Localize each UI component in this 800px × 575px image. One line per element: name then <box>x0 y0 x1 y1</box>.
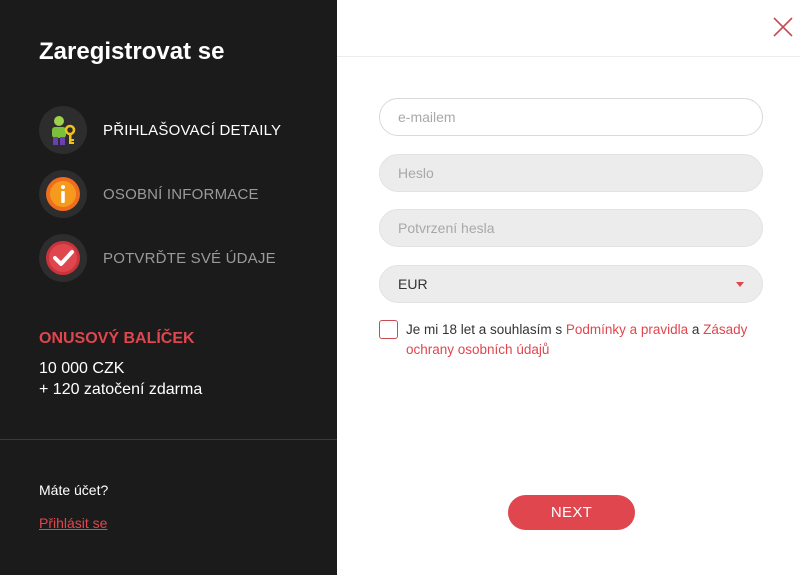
confirm-password-input[interactable] <box>379 209 763 247</box>
terms-link[interactable]: Podmínky a pravidla <box>566 322 688 337</box>
caret-down-icon <box>736 281 744 287</box>
password-input[interactable] <box>379 154 763 192</box>
divider <box>0 439 337 440</box>
step-login-details: PŘIHLAŠOVACÍ DETAILY <box>39 106 329 154</box>
consent-text: Je mi 18 let a souhlasím s Podmínky a pr… <box>406 320 766 360</box>
top-bar <box>337 0 800 57</box>
checkmark-icon <box>39 234 87 282</box>
bonus-title: ONUSOVÝ BALÍČEK <box>39 330 195 347</box>
step-label: POTVRĎTE SVÉ ÚDAJE <box>103 249 276 267</box>
consent-checkbox[interactable] <box>379 320 398 339</box>
consent-prefix: Je mi 18 let a souhlasím s <box>406 322 566 337</box>
bonus-spins: + 120 zatočení zdarma <box>39 381 203 398</box>
step-personal-info: OSOBNÍ INFORMACE <box>39 170 329 218</box>
bonus-amount: 10 000 CZK <box>39 360 125 377</box>
step-label: PŘIHLAŠOVACÍ DETAILY <box>103 121 282 139</box>
close-icon[interactable] <box>772 16 794 38</box>
next-button[interactable]: NEXT <box>508 495 635 530</box>
have-account-text: Máte účet? <box>39 482 109 498</box>
user-key-icon <box>39 106 87 154</box>
info-icon <box>39 170 87 218</box>
login-link[interactable]: Přihlásit se <box>39 515 107 531</box>
consent-middle: a <box>688 322 704 337</box>
page-title: Zaregistrovat se <box>39 38 225 65</box>
step-confirm-details: POTVRĎTE SVÉ ÚDAJE <box>39 234 329 282</box>
sidebar: Zaregistrovat se PŘIHLAŠOVACÍ DETAILY OS… <box>0 0 337 575</box>
currency-select[interactable]: EUR <box>379 265 763 303</box>
email-input[interactable] <box>379 98 763 136</box>
step-label: OSOBNÍ INFORMACE <box>103 185 259 203</box>
currency-value: EUR <box>398 276 428 292</box>
